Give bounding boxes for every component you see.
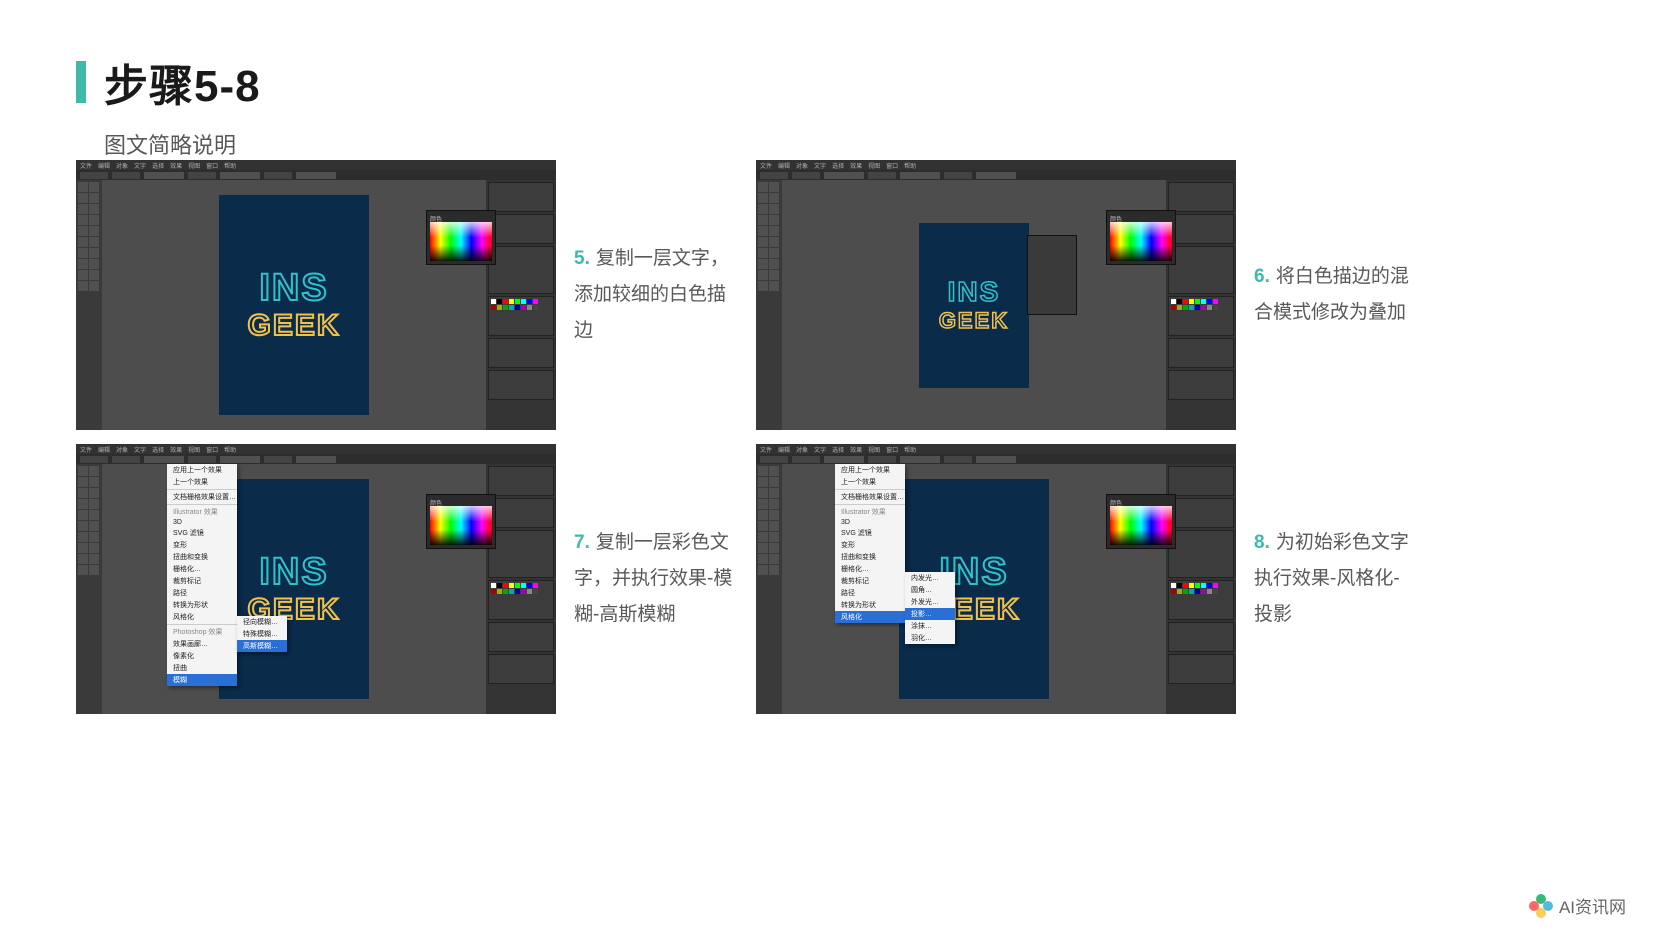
page-header: 步骤5-8 图文简略说明: [76, 50, 261, 160]
text-geek: GEEK: [247, 311, 340, 341]
page-subtitle: 图文简略说明: [104, 128, 261, 160]
step-6-caption: 6.将白色描边的混合模式修改为叠加: [1236, 160, 1436, 430]
swatches-panel: [488, 296, 554, 336]
illustrator-window: 文件编辑对象文字选择效果视图窗口帮助: [76, 160, 556, 430]
blur-submenu: 径向模糊… 特殊模糊… 高斯模糊…: [237, 616, 287, 652]
illustrator-menubar: 文件编辑对象文字选择效果视图窗口帮助: [76, 160, 556, 170]
illustrator-window: 文件编辑对象文字选择效果视图窗口帮助 INS GEEK 颜色: [756, 160, 1236, 430]
illustrator-window: 文件编辑对象文字选择效果视图窗口帮助 INS GEEK 应用上一个效果 上一个效…: [756, 444, 1236, 714]
effect-menu: 应用上一个效果 上一个效果 文档栅格效果设置… Illustrator 效果 3…: [835, 464, 905, 623]
watermark-text: AI资讯网: [1559, 893, 1626, 918]
effect-menu: 应用上一个效果 上一个效果 文档栅格效果设置… Illustrator 效果 3…: [167, 464, 237, 686]
color-picker-panel: 颜色: [1106, 210, 1176, 265]
stylize-submenu: 内发光… 圆角… 外发光… 投影… 涂抹… 羽化…: [905, 572, 955, 644]
artboard: INS GEEK: [219, 195, 369, 415]
tools-panel: [76, 180, 102, 430]
step-5-caption: 5.复制一层文字，添加较细的白色描边: [556, 160, 756, 430]
step-number: 6.: [1254, 266, 1270, 287]
transparency-panel: [1027, 235, 1077, 315]
right-panels: [486, 180, 556, 430]
step-text: 复制一层彩色文字，并执行效果-模糊-高斯模糊: [574, 532, 732, 625]
illustrator-window: 文件编辑对象文字选择效果视图窗口帮助 INS GEEK 应用上一个效果 上一个效…: [76, 444, 556, 714]
step-number: 5.: [574, 248, 590, 269]
step-7-caption: 7.复制一层彩色文字，并执行效果-模糊-高斯模糊: [556, 444, 756, 714]
step-text: 复制一层文字，添加较细的白色描边: [574, 248, 729, 341]
step-text: 将白色描边的混合模式修改为叠加: [1254, 266, 1409, 323]
color-picker-panel: 颜色: [426, 210, 496, 265]
step-8-screenshot: 文件编辑对象文字选择效果视图窗口帮助 INS GEEK 应用上一个效果 上一个效…: [756, 444, 1236, 714]
steps-grid: 文件编辑对象文字选择效果视图窗口帮助: [76, 160, 1436, 714]
canvas: INS GEEK 颜色: [102, 180, 486, 430]
step-7-screenshot: 文件编辑对象文字选择效果视图窗口帮助 INS GEEK 应用上一个效果 上一个效…: [76, 444, 556, 714]
step-5-screenshot: 文件编辑对象文字选择效果视图窗口帮助: [76, 160, 556, 430]
accent-bar: [76, 61, 86, 103]
step-8-caption: 8.为初始彩色文字执行效果-风格化-投影: [1236, 444, 1436, 714]
step-number: 8.: [1254, 532, 1270, 553]
step-6-screenshot: 文件编辑对象文字选择效果视图窗口帮助 INS GEEK 颜色: [756, 160, 1236, 430]
text-ins: INS: [259, 269, 328, 307]
step-text: 为初始彩色文字执行效果-风格化-投影: [1254, 532, 1409, 625]
watermark: AI资讯网: [1529, 893, 1626, 918]
watermark-logo-icon: [1529, 894, 1553, 918]
page-title: 步骤5-8: [104, 50, 261, 114]
illustrator-control-bar: [76, 170, 556, 180]
step-number: 7.: [574, 532, 590, 553]
